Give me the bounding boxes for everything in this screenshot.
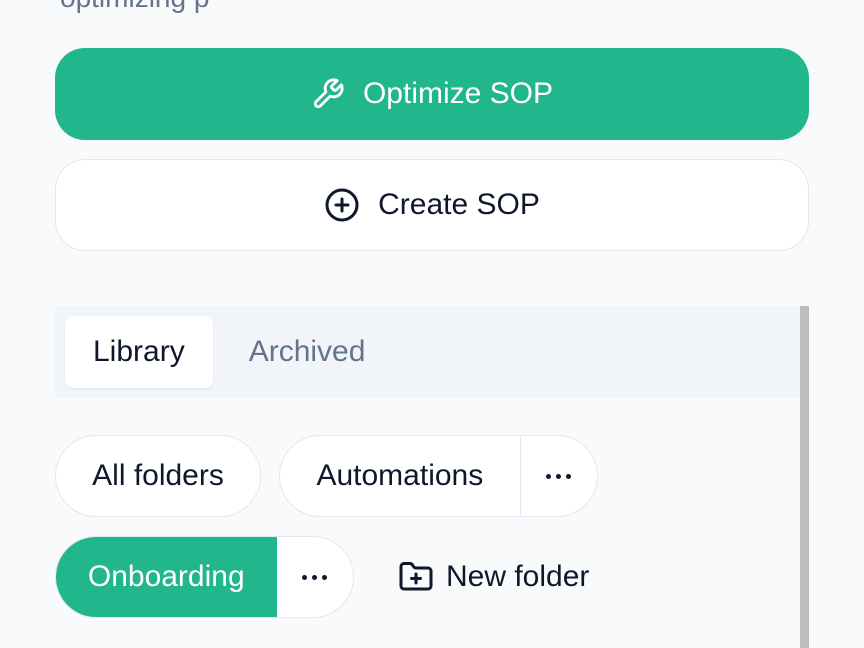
- tab-library[interactable]: Library: [65, 316, 213, 388]
- tab-library-label: Library: [93, 335, 185, 368]
- folder-chip-onboarding-label: Onboarding: [87, 560, 245, 593]
- scrollbar[interactable]: [800, 306, 809, 648]
- folder-chip-automations: Automations: [279, 435, 598, 517]
- folder-onboarding-more-button[interactable]: [277, 537, 353, 617]
- optimize-sop-button[interactable]: Optimize SOP: [55, 48, 809, 140]
- new-folder-label: New folder: [446, 560, 590, 593]
- more-horizontal-icon: [546, 473, 572, 479]
- wrench-icon: [311, 77, 345, 111]
- folder-chip-all: All folders: [55, 435, 261, 517]
- create-sop-label: Create SOP: [378, 188, 540, 221]
- folder-automations-more-button[interactable]: [519, 436, 597, 516]
- tab-archived-label: Archived: [248, 335, 366, 368]
- more-horizontal-icon: [302, 574, 328, 580]
- new-folder-button[interactable]: New folder: [398, 536, 589, 618]
- folder-chip-onboarding: Onboarding: [55, 536, 354, 618]
- library-tabs: Library Archived: [55, 306, 801, 398]
- folder-chip-all-button[interactable]: All folders: [56, 436, 260, 516]
- folder-chip-automations-label: Automations: [316, 459, 484, 492]
- sop-panel: optimizing p Optimize SOP Create SOP Lib…: [0, 0, 864, 648]
- folder-chip-all-label: All folders: [92, 459, 224, 492]
- create-sop-button[interactable]: Create SOP: [55, 159, 809, 251]
- partial-description-text: optimizing p: [60, 0, 209, 14]
- plus-circle-icon: [324, 187, 360, 223]
- folder-plus-icon: [398, 559, 434, 595]
- optimize-sop-label: Optimize SOP: [362, 77, 554, 110]
- folder-chip-onboarding-button[interactable]: Onboarding: [56, 537, 277, 617]
- folder-chip-automations-button[interactable]: Automations: [280, 436, 520, 516]
- tab-archived[interactable]: Archived: [221, 316, 394, 388]
